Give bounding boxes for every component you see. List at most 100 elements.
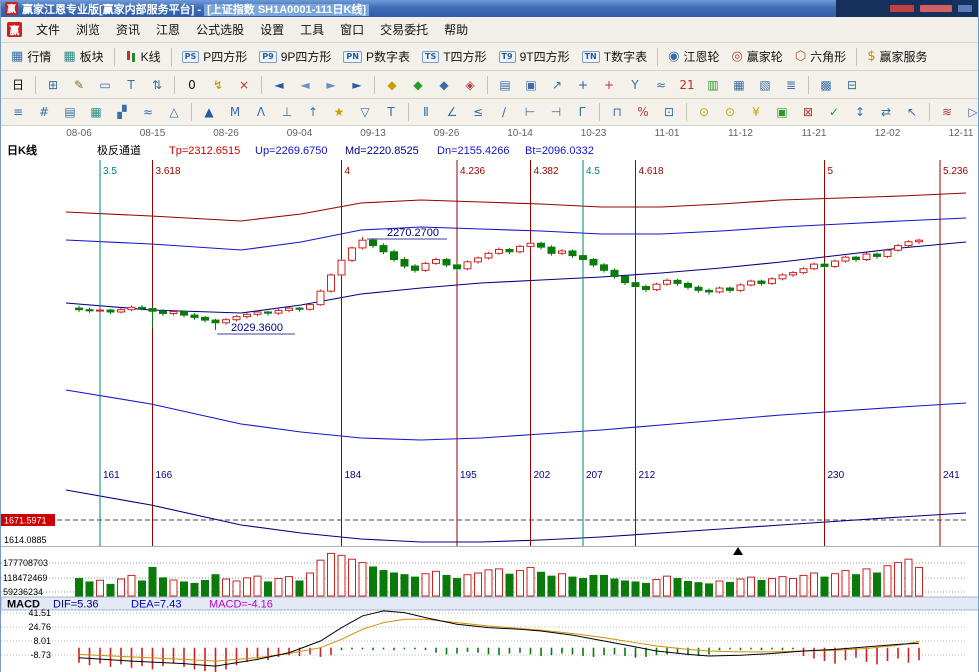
tool-icon-toolbar_draw-19[interactable]: ◆ [432,74,456,96]
menu-item-2[interactable]: 资讯 [108,19,148,41]
volume-bar [223,579,230,596]
tool-icon-toolbar_draw-27[interactable]: Y [623,74,647,96]
tool-icon-toolbar_draw-13[interactable]: ◄ [293,74,317,96]
tool-icon-toolbar_draw-5[interactable]: T [119,74,143,96]
tool-badge-icon: PN [343,51,362,63]
menu-item-0[interactable]: 文件 [28,19,68,41]
tool-icon-toolbar_analysis-21[interactable]: ⊢ [518,101,542,123]
tool-icon-toolbar_draw-25[interactable]: + [571,74,595,96]
toolbar-main-item-12[interactable]: ◉江恩轮 [662,48,725,65]
tool-icon-toolbar_analysis-40[interactable]: ▷ [961,101,978,123]
menu-item-7[interactable]: 窗口 [332,19,372,41]
toolbar-main-item-1[interactable]: ▦板块 [57,48,109,65]
tool-icon-toolbar_draw-14[interactable]: ► [319,74,343,96]
tool-icon-toolbar_analysis-5[interactable]: ≈ [136,101,160,123]
tool-icon-toolbar_analysis-17[interactable]: Ⅱ [414,101,438,123]
tool-icon-toolbar_draw-24[interactable]: ↗ [545,74,569,96]
tool-icon-toolbar_analysis-25[interactable]: ⊓ [605,101,629,123]
tool-icon-toolbar_analysis-3[interactable]: ▦ [84,101,108,123]
tool-icon-toolbar_draw-28[interactable]: ≈ [649,74,673,96]
tool-icon-toolbar_draw-22[interactable]: ▤ [493,74,517,96]
volume-bar [853,575,860,596]
tool-icon-toolbar_draw-26[interactable]: + [597,74,621,96]
toolbar-main-item-10[interactable]: TNT数字表 [576,48,654,65]
tool-icon-toolbar_analysis-20[interactable]: ∕ [492,101,516,123]
menubar-logo-icon[interactable]: 赢 [7,22,22,37]
tool-icon-toolbar_draw-23[interactable]: ▣ [519,74,543,96]
tool-icon-toolbar_draw-17[interactable]: ◆ [380,74,404,96]
tool-icon-toolbar_draw-29[interactable]: 21 [675,74,699,96]
tool-icon-toolbar_analysis-4[interactable]: ▞ [110,101,134,123]
tool-icon-toolbar_analysis-11[interactable]: ⊥ [275,101,299,123]
tool-icon-toolbar_analysis-26[interactable]: % [631,101,655,123]
tool-icon-toolbar_draw-18[interactable]: ◆ [406,74,430,96]
tool-icon-toolbar_analysis-22[interactable]: ⊣ [544,101,568,123]
tool-icon-toolbar_analysis-2[interactable]: ▤ [58,101,82,123]
tool-icon-toolbar_analysis-15[interactable]: T [379,101,403,123]
tool-icon-toolbar_analysis-12[interactable]: ↑ [301,101,325,123]
titlebar[interactable]: 赢 赢家江恩专业版[赢家内部服务平台] - [上证指数 SH1A0001-111… [1,0,978,17]
tool-icon-toolbar_draw-32[interactable]: ▧ [753,74,777,96]
toolbar-main-item-0[interactable]: ▦行情 [5,48,57,65]
toolbar-main-item-6[interactable]: P99P四方形 [253,48,337,65]
tool-icon-toolbar_draw-9[interactable]: ↯ [206,74,230,96]
toolbar-main-item-9[interactable]: T99T四方形 [493,48,576,65]
menu-item-6[interactable]: 工具 [292,19,332,41]
toolbar-main-item-16[interactable]: $赢家服务 [861,48,933,65]
tool-icon-toolbar_draw-4[interactable]: ▭ [93,74,117,96]
tool-icon-toolbar_analysis-36[interactable]: ⇄ [874,101,898,123]
tool-icon-toolbar_draw-33[interactable]: ≣ [779,74,803,96]
toolbar-main-item-5[interactable]: PSP四方形 [176,48,254,65]
tool-icon-toolbar_analysis-30[interactable]: ⊙ [718,101,742,123]
tool-icon-toolbar_analysis-1[interactable]: # [32,101,56,123]
toolbar-main-item-7[interactable]: PNP数字表 [337,48,416,65]
tool-icon-toolbar_draw-2[interactable]: ⊞ [41,74,65,96]
tool-icon-toolbar_analysis-23[interactable]: Γ [570,101,594,123]
toolbar-main-item-14[interactable]: ⬡六角形 [789,48,852,65]
tool-icon-toolbar_draw-30[interactable]: ▥ [701,74,725,96]
tool-icon-toolbar_analysis-37[interactable]: ↖ [900,101,924,123]
menu-item-1[interactable]: 浏览 [68,19,108,41]
tool-icon-toolbar_analysis-34[interactable]: ✓ [822,101,846,123]
tool-icon-toolbar_analysis-13[interactable]: ★ [327,101,351,123]
tool-icon-toolbar_analysis-0[interactable]: ≡ [6,101,30,123]
titlebar-notice-area[interactable] [836,0,978,17]
menu-item-3[interactable]: 江恩 [148,19,188,41]
toolbar-main-item-13[interactable]: ◎赢家轮 [725,48,788,65]
chart-canvas[interactable]: 08-0608-1508-2609-0409-1309-2610-1410-23… [1,126,979,672]
tool-icon-toolbar_draw-6[interactable]: ⇅ [145,74,169,96]
tool-icon-toolbar_analysis-35[interactable]: ↕ [848,101,872,123]
toolbar-main: ▦行情▦板块 K线 PSP四方形P99P四方形PNP数字表TST四方形T99T四方形… [1,43,978,71]
tool-icon-toolbar_analysis-31[interactable]: ¥ [744,101,768,123]
menu-item-8[interactable]: 交易委托 [372,19,436,41]
tool-icon-toolbar_analysis-39[interactable]: ≋ [935,101,959,123]
tool-icon-toolbar_analysis-14[interactable]: ▽ [353,101,377,123]
tool-icon-toolbar_analysis-29[interactable]: ⊙ [692,101,716,123]
tool-icon-toolbar_draw-36[interactable]: ⊟ [840,74,864,96]
tool-icon-toolbar_draw-0[interactable]: 日 [6,74,30,96]
tool-icon-toolbar_draw-20[interactable]: ◈ [458,74,482,96]
menu-item-4[interactable]: 公式选股 [188,19,252,41]
tool-icon-toolbar_analysis-10[interactable]: Λ [249,101,273,123]
tool-icon-toolbar_analysis-9[interactable]: M [223,101,247,123]
tool-icon-toolbar_draw-31[interactable]: ▦ [727,74,751,96]
tool-icon-toolbar_analysis-33[interactable]: ⊠ [796,101,820,123]
tool-icon-toolbar_draw-3[interactable]: ✎ [67,74,91,96]
tool-icon-toolbar_draw-12[interactable]: ◄ [267,74,291,96]
tool-icon-toolbar_analysis-32[interactable]: ▣ [770,101,794,123]
candle-body [191,315,198,317]
tool-icon-toolbar_analysis-27[interactable]: ⊡ [657,101,681,123]
tool-icon-toolbar_analysis-6[interactable]: △ [162,101,186,123]
volume-bar [811,573,818,596]
tool-icon-toolbar_draw-8[interactable]: 0 [180,74,204,96]
tool-icon-toolbar_draw-15[interactable]: ► [345,74,369,96]
menu-item-5[interactable]: 设置 [252,19,292,41]
toolbar-main-item-3[interactable]: K线 [119,48,167,65]
menu-item-9[interactable]: 帮助 [436,19,476,41]
tool-icon-toolbar_analysis-18[interactable]: ∠ [440,101,464,123]
tool-icon-toolbar_analysis-19[interactable]: ≤ [466,101,490,123]
tool-icon-toolbar_analysis-8[interactable]: ▲ [197,101,221,123]
tool-icon-toolbar_draw-10[interactable]: × [232,74,256,96]
toolbar-main-item-8[interactable]: TST四方形 [416,48,493,65]
tool-icon-toolbar_draw-35[interactable]: ▩ [814,74,838,96]
